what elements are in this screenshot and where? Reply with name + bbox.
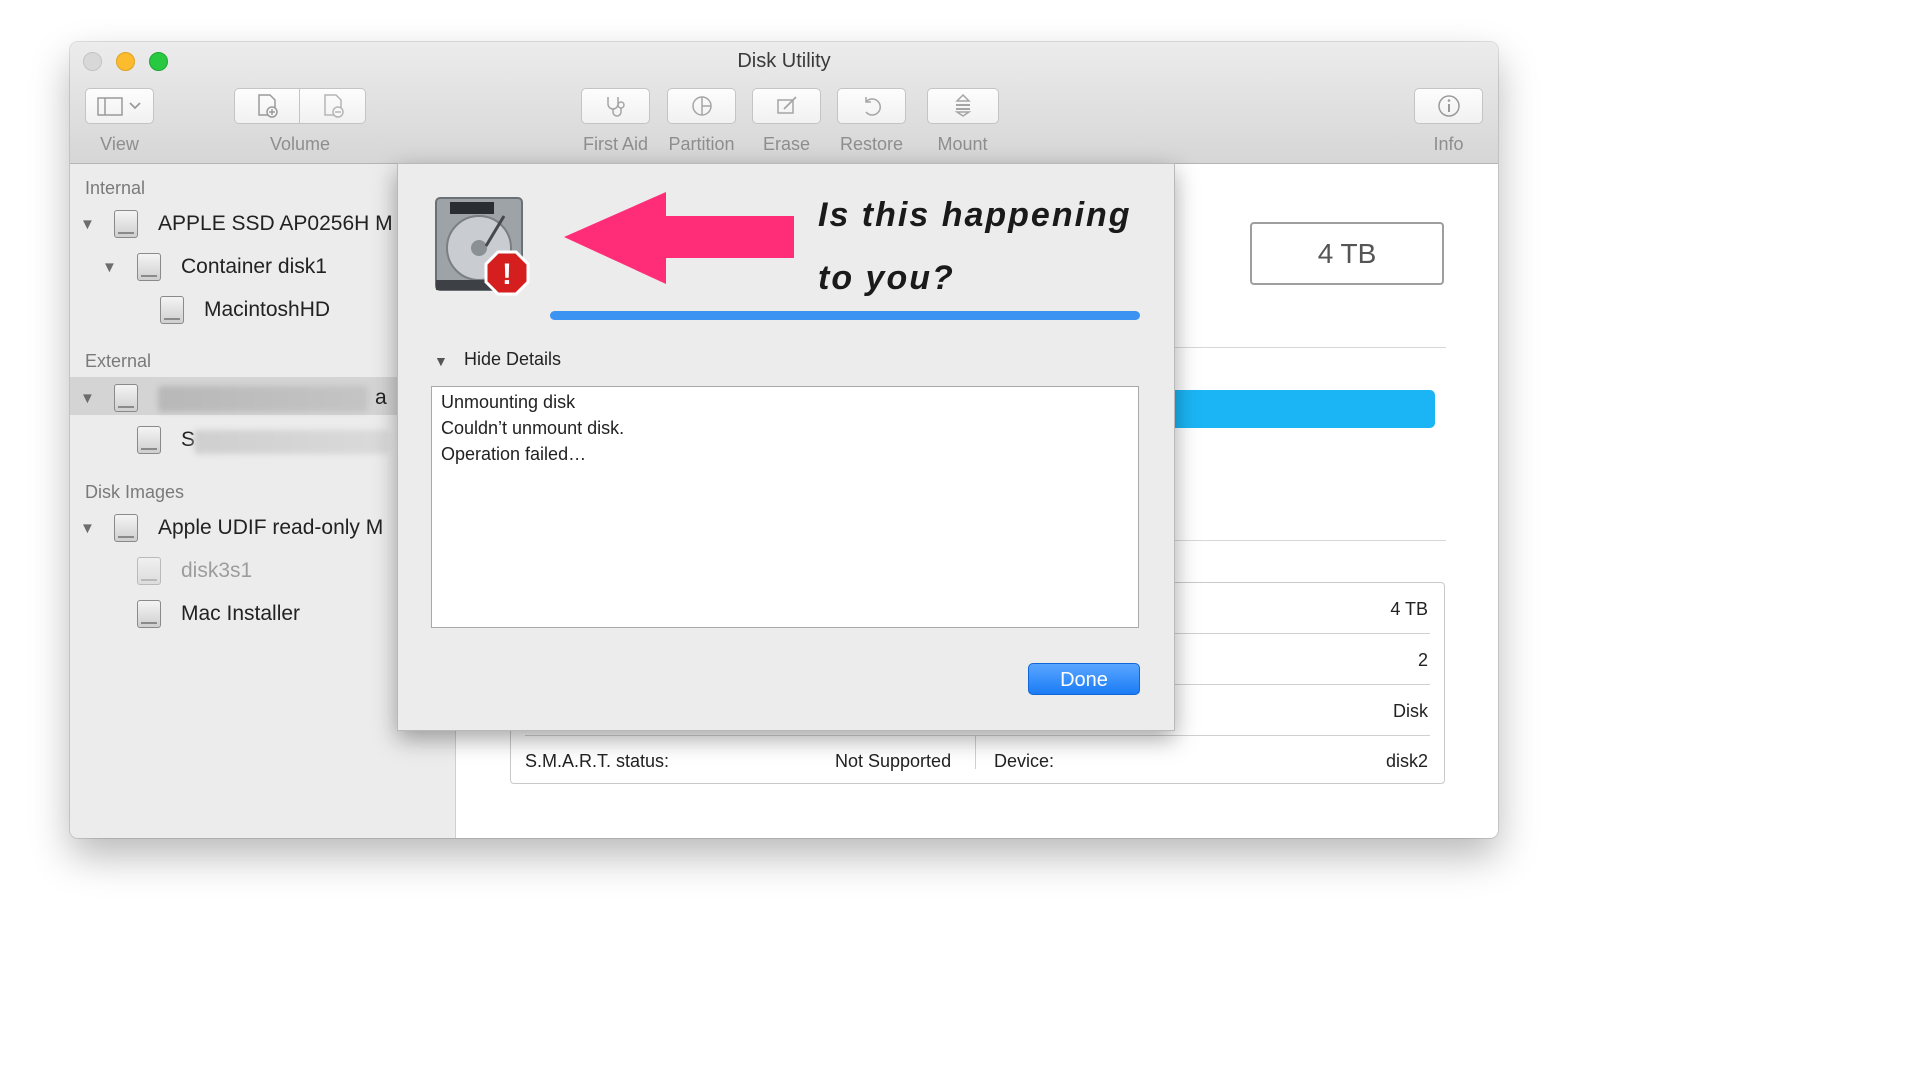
add-volume-button[interactable] [234,88,300,124]
erase-button[interactable] [752,88,821,124]
divider [1156,540,1446,541]
headline-line-2: to you? [818,259,955,297]
hard-drive-warning-icon: ! [435,197,530,296]
partition-pie-icon [691,96,712,116]
sidebar-item-container[interactable]: Container disk1 [181,255,327,279]
device-value: disk2 [1385,751,1428,771]
log-line: Operation failed… [441,444,587,464]
mount-icon [954,93,972,117]
usage-bar [1156,390,1435,428]
add-volume-icon [258,94,278,118]
sidebar-item-disk-image[interactable]: Apple UDIF read-only M [158,516,383,540]
container-icon [137,253,161,281]
sidebar-item-external-disk[interactable]: a [375,386,387,410]
mount-button[interactable] [927,88,999,124]
window-title: Disk Utility [737,50,831,72]
sidebar-item-mac-installer[interactable]: Mac Installer [181,602,300,626]
view-label: View [100,134,139,154]
stethoscope-icon [606,97,625,117]
external-volume-icon [137,426,161,454]
restore-arrow-icon [864,97,881,116]
mac-installer-icon [137,600,161,628]
internal-disk-icon [114,210,138,238]
info-button[interactable] [1414,88,1483,124]
first-aid-label: First Aid [582,134,648,154]
headline-line-1: Is this happening [818,196,1132,234]
info-label: Info [1433,134,1464,154]
divider [525,735,1430,736]
volume-icon [160,296,184,324]
partition-button[interactable] [667,88,736,124]
info-value: Disk [1393,701,1428,721]
done-button[interactable]: Done [1028,663,1140,695]
disk-image-icon [114,514,138,542]
toolbar: Disk Utility View Volume First Aid Parti… [70,42,1498,164]
redacted-volume-name [194,430,389,454]
smart-status-value: Not Supported [835,751,952,771]
erase-pencil-icon [776,96,797,114]
disclosure-triangle-icon[interactable]: ▼ [434,353,448,369]
disk3s1-icon [137,557,161,585]
svg-text:!: ! [502,258,512,291]
sidebar-item-external-volume[interactable]: S [181,428,195,452]
info-icon [1437,95,1460,117]
progress-bar [550,311,1140,320]
sidebar-section-external: External [85,351,152,371]
first-aid-button[interactable] [581,88,650,124]
device-label: Device: [994,751,1055,771]
info-value: 4 TB [1390,599,1428,619]
redacted-disk-name [158,386,368,412]
details-log[interactable]: Unmounting disk Couldn’t unmount disk. O… [431,386,1139,628]
sidebar-item-macintoshhd[interactable]: MacintoshHD [204,298,330,322]
sidebar-item-disk3s1[interactable]: disk3s1 [181,559,252,583]
error-dialog: ! Is this happening to you? ▼ Hide Detai… [397,163,1175,731]
remove-volume-button[interactable] [299,88,366,124]
disclosure-triangle-icon[interactable]: ▼ [102,259,117,276]
disclosure-triangle-icon[interactable]: ▼ [80,390,95,407]
volume-label: Volume [269,134,331,154]
restore-label: Restore [839,134,904,154]
info-value: 2 [1417,650,1428,670]
pointer-arrow-icon [564,192,794,284]
disclosure-triangle-icon[interactable]: ▼ [80,216,95,233]
log-line: Unmounting disk [441,392,576,412]
external-disk-icon [114,384,138,412]
capacity-badge: 4 TB [1250,222,1444,285]
sidebar-section-internal: Internal [85,178,146,198]
sidebar-item-internal-disk[interactable]: APPLE SSD AP0256H M [158,212,393,236]
smart-status-label: S.M.A.R.T. status: [525,751,670,771]
mount-label: Mount [937,134,988,154]
divider [1156,347,1446,348]
divider [975,735,976,769]
sidebar-section-disk-images: Disk Images [85,482,185,502]
log-line: Couldn’t unmount disk. [441,418,625,438]
sidebar-toggle-icon [96,97,141,116]
view-button[interactable] [85,88,154,124]
restore-button[interactable] [837,88,906,124]
remove-volume-icon [323,94,344,118]
hide-details-toggle[interactable]: Hide Details [464,349,561,370]
disclosure-triangle-icon[interactable]: ▼ [80,520,95,537]
